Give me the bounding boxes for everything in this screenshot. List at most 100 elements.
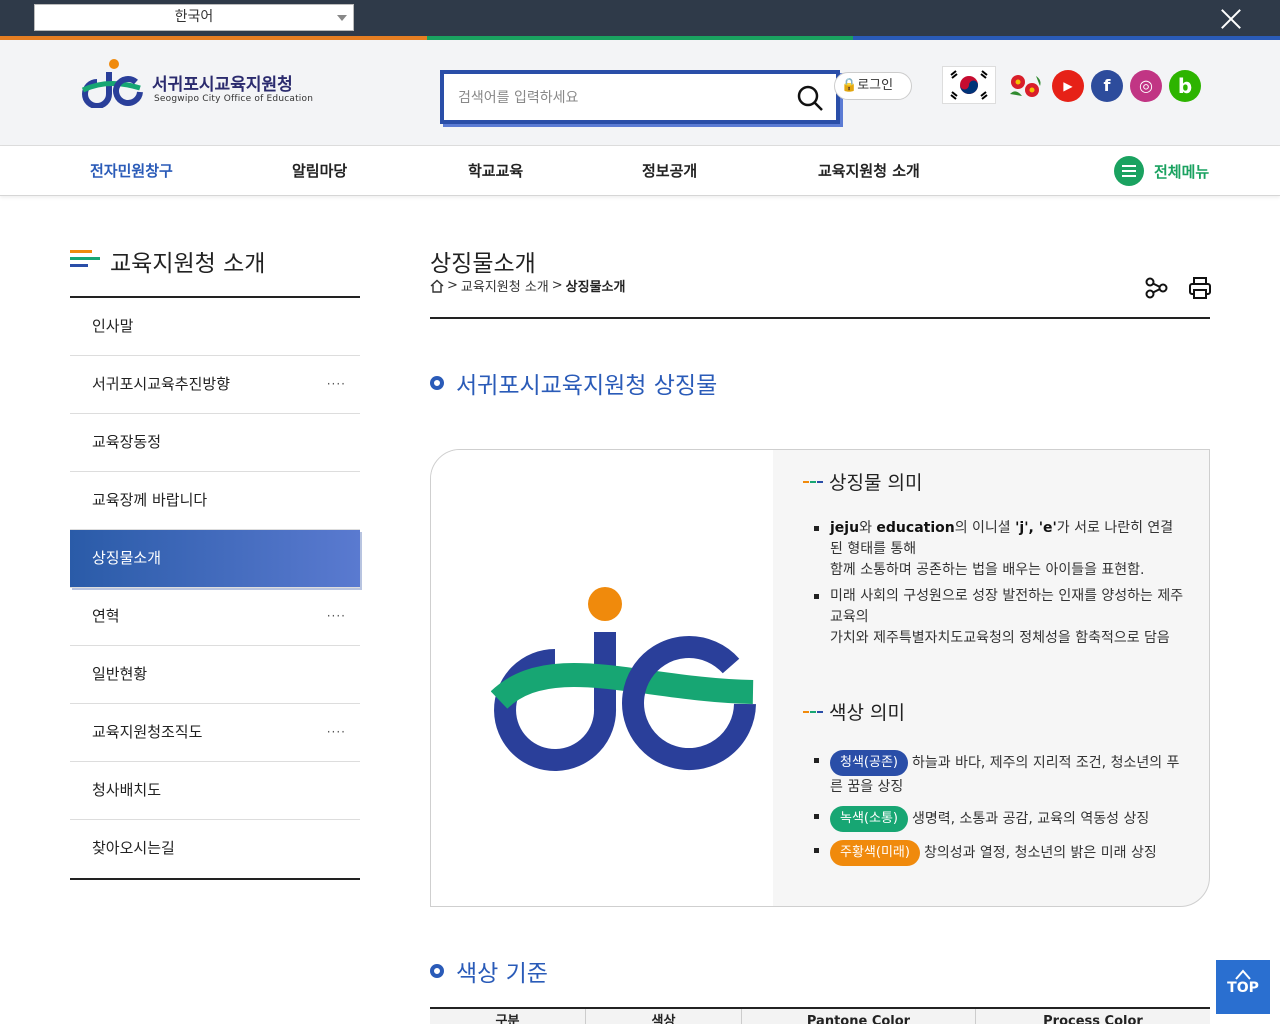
meaning-heading: 상징물 의미 — [803, 468, 922, 495]
facebook-icon[interactable]: f — [1091, 70, 1123, 102]
breadcrumb-separator: > — [447, 278, 458, 293]
sidebar-item-greeting[interactable]: 인사말 — [70, 298, 360, 356]
color-bars-icon — [70, 250, 100, 270]
text: 창의성과 열정, 청소년의 밝은 미래 상징 — [923, 845, 1157, 861]
search-input[interactable] — [458, 86, 778, 110]
instagram-icon[interactable]: ◎ — [1130, 70, 1162, 102]
breadcrumb-separator: > — [551, 278, 563, 293]
language-select[interactable]: 한국어 — [34, 4, 354, 31]
sidebar-item-directions[interactable]: 찾아오시는길 — [70, 820, 360, 878]
search-box — [440, 70, 840, 124]
text-strong: jeju — [830, 520, 860, 536]
color-standard-table-header: 구분 색상 Pantone Color Process Color — [430, 1007, 1210, 1024]
color-meaning-list: 청색(공존) 하늘과 바다, 제주의 지리적 조건, 청소년의 푸른 꿈을 상징 … — [814, 750, 1184, 874]
sidebar-item-suggestions[interactable]: 교육장께 바랍니다 — [70, 472, 360, 530]
scroll-top-label: TOP — [1227, 980, 1259, 996]
table-header-cell: Pantone Color — [742, 1009, 976, 1024]
text: 가치와 제주특별자치도교육청의 정체성을 함축적으로 담음 — [830, 630, 1170, 646]
bullet-circle-icon — [430, 376, 444, 390]
hamburger-icon — [1114, 156, 1144, 186]
sidebar-item-label: 서귀포시교육추진방향 — [92, 375, 231, 393]
gnb-item-civil-service[interactable]: 전자민원창구 — [90, 160, 173, 181]
login-label: 로그인 — [857, 78, 894, 93]
header: 서귀포시교육지원청 Seogwipo City Office of Educat… — [0, 40, 1280, 146]
color-pill-green: 녹색(소통) — [830, 806, 908, 832]
submenu-dots-icon: ···· — [326, 377, 346, 391]
sidebar-item-label: 상징물소개 — [92, 549, 162, 567]
sidebar-item-symbols[interactable]: 상징물소개 — [70, 530, 360, 588]
color-meaning-heading: 색상 의미 — [803, 698, 905, 725]
taegukgi-flag-icon[interactable] — [942, 66, 996, 104]
login-button[interactable]: 🔒로그인 — [834, 72, 912, 100]
language-select-value: 한국어 — [174, 9, 214, 25]
sidebar-item-label: 연혁 — [92, 607, 120, 625]
section-heading-colors: 색상 기준 — [430, 954, 548, 988]
breadcrumb-level1[interactable]: 교육지원청 소개 — [461, 276, 549, 295]
logo-korean-text: 서귀포시교육지원청 — [152, 75, 293, 95]
text: 함께 소통하며 공존하는 법을 배우는 아이들을 표현함. — [830, 562, 1145, 578]
list-item: 주황색(미래) 창의성과 열정, 청소년의 밝은 미래 상징 — [814, 840, 1184, 866]
color-dash-icon — [803, 480, 823, 483]
sidebar-title: 교육지원청 소개 — [110, 251, 266, 277]
sidebar-item-label: 인사말 — [92, 317, 134, 335]
gnb-item-school-education[interactable]: 학교교육 — [468, 160, 523, 181]
sidebar-item-history[interactable]: 연혁 ···· — [70, 588, 360, 646]
sidebar-item-label: 일반현황 — [92, 665, 148, 683]
je-symbol-logo-icon — [491, 587, 756, 771]
table-header-cell: 색상 — [586, 1009, 742, 1024]
home-icon[interactable] — [430, 279, 444, 293]
text-strong: education — [876, 520, 955, 536]
gnb-item-info-disclosure[interactable]: 정보공개 — [642, 160, 697, 181]
symbol-card: 상징물 의미 jeju와 education의 이니셜 'j', 'e'가 서로… — [430, 449, 1210, 907]
gnb-item-notice[interactable]: 알림마당 — [292, 160, 347, 181]
title-divider — [430, 317, 1210, 319]
gnb-item-office-intro[interactable]: 교육지원청 소개 — [818, 160, 920, 181]
youtube-icon[interactable]: ▶ — [1052, 70, 1084, 102]
sidebar-item-direction[interactable]: 서귀포시교육추진방향 ···· — [70, 356, 360, 414]
color-pill-blue: 청색(공존) — [830, 750, 908, 776]
logo-mark-icon — [81, 59, 143, 108]
chevron-down-icon — [337, 15, 347, 21]
sidebar-item-label: 교육지원청조직도 — [92, 723, 203, 741]
list-item: 녹색(소통) 생명력, 소통과 공감, 교육의 역동성 상징 — [814, 806, 1184, 832]
table-header-cell: Process Color — [1043, 1014, 1143, 1024]
meaning-heading-text: 상징물 의미 — [829, 472, 923, 494]
sidebar-item-overview[interactable]: 일반현황 — [70, 646, 360, 704]
sidebar-item-org-chart[interactable]: 교육지원청조직도 ···· — [70, 704, 360, 762]
chevron-up-icon — [1235, 969, 1251, 980]
text: 미래 사회의 구성원으로 성장 발전하는 인재를 양성하는 제주교육의 — [830, 588, 1184, 625]
meaning-list: jeju와 education의 이니셜 'j', 'e'가 서로 나란히 연결… — [814, 518, 1184, 654]
search-icon[interactable] — [796, 84, 824, 112]
text: 의 이니셜 — [954, 520, 1016, 536]
breadcrumb: > 교육지원청 소개 > 상징물소개 — [430, 276, 625, 295]
symbol-logo-panel — [431, 450, 773, 906]
text: 생명력, 소통과 공감, 교육의 역동성 상징 — [911, 811, 1150, 827]
camellia-flower-icon[interactable] — [1006, 70, 1046, 102]
page-title: 상징물소개 — [430, 251, 536, 277]
breadcrumb-current: 상징물소개 — [565, 280, 626, 295]
bullet-circle-icon — [430, 964, 444, 978]
sidebar-header: 교육지원청 소개 — [70, 240, 360, 298]
sidebar-menu: 인사말 서귀포시교육추진방향 ···· 교육장동정 교육장께 바랍니다 상징물소개… — [70, 298, 360, 880]
sidebar-item-floor-plan[interactable]: 청사배치도 — [70, 762, 360, 820]
top-bar: 한국어 — [0, 0, 1280, 36]
submenu-dots-icon: ···· — [326, 725, 346, 739]
lock-icon: 🔒 — [841, 78, 858, 93]
scroll-top-button[interactable]: TOP — [1216, 960, 1270, 1014]
all-menu-button[interactable]: 전체메뉴 — [1114, 156, 1209, 186]
color-pill-orange: 주황색(미래) — [830, 840, 920, 866]
sidebar-item-label: 교육장동정 — [92, 433, 162, 451]
sidebar-item-superintendent-news[interactable]: 교육장동정 — [70, 414, 360, 472]
section-heading-text: 색상 기준 — [456, 961, 548, 987]
site-logo[interactable]: 서귀포시교육지원청 Seogwipo City Office of Educat… — [78, 58, 313, 110]
table-header-cell: 구분 — [430, 1009, 586, 1024]
close-icon[interactable] — [1218, 6, 1244, 32]
blog-icon[interactable]: b — [1169, 70, 1201, 102]
sidebar-item-label: 찾아오시는길 — [92, 839, 175, 857]
submenu-dots-icon: ···· — [326, 609, 346, 623]
section-heading-text: 서귀포시교육지원청 상징물 — [456, 373, 718, 399]
list-item: 미래 사회의 구성원으로 성장 발전하는 인재를 양성하는 제주교육의 가치와 … — [814, 586, 1184, 649]
logo-english-text: Seogwipo City Office of Education — [154, 94, 314, 104]
print-icon[interactable] — [1188, 276, 1212, 300]
share-icon[interactable] — [1144, 276, 1168, 300]
